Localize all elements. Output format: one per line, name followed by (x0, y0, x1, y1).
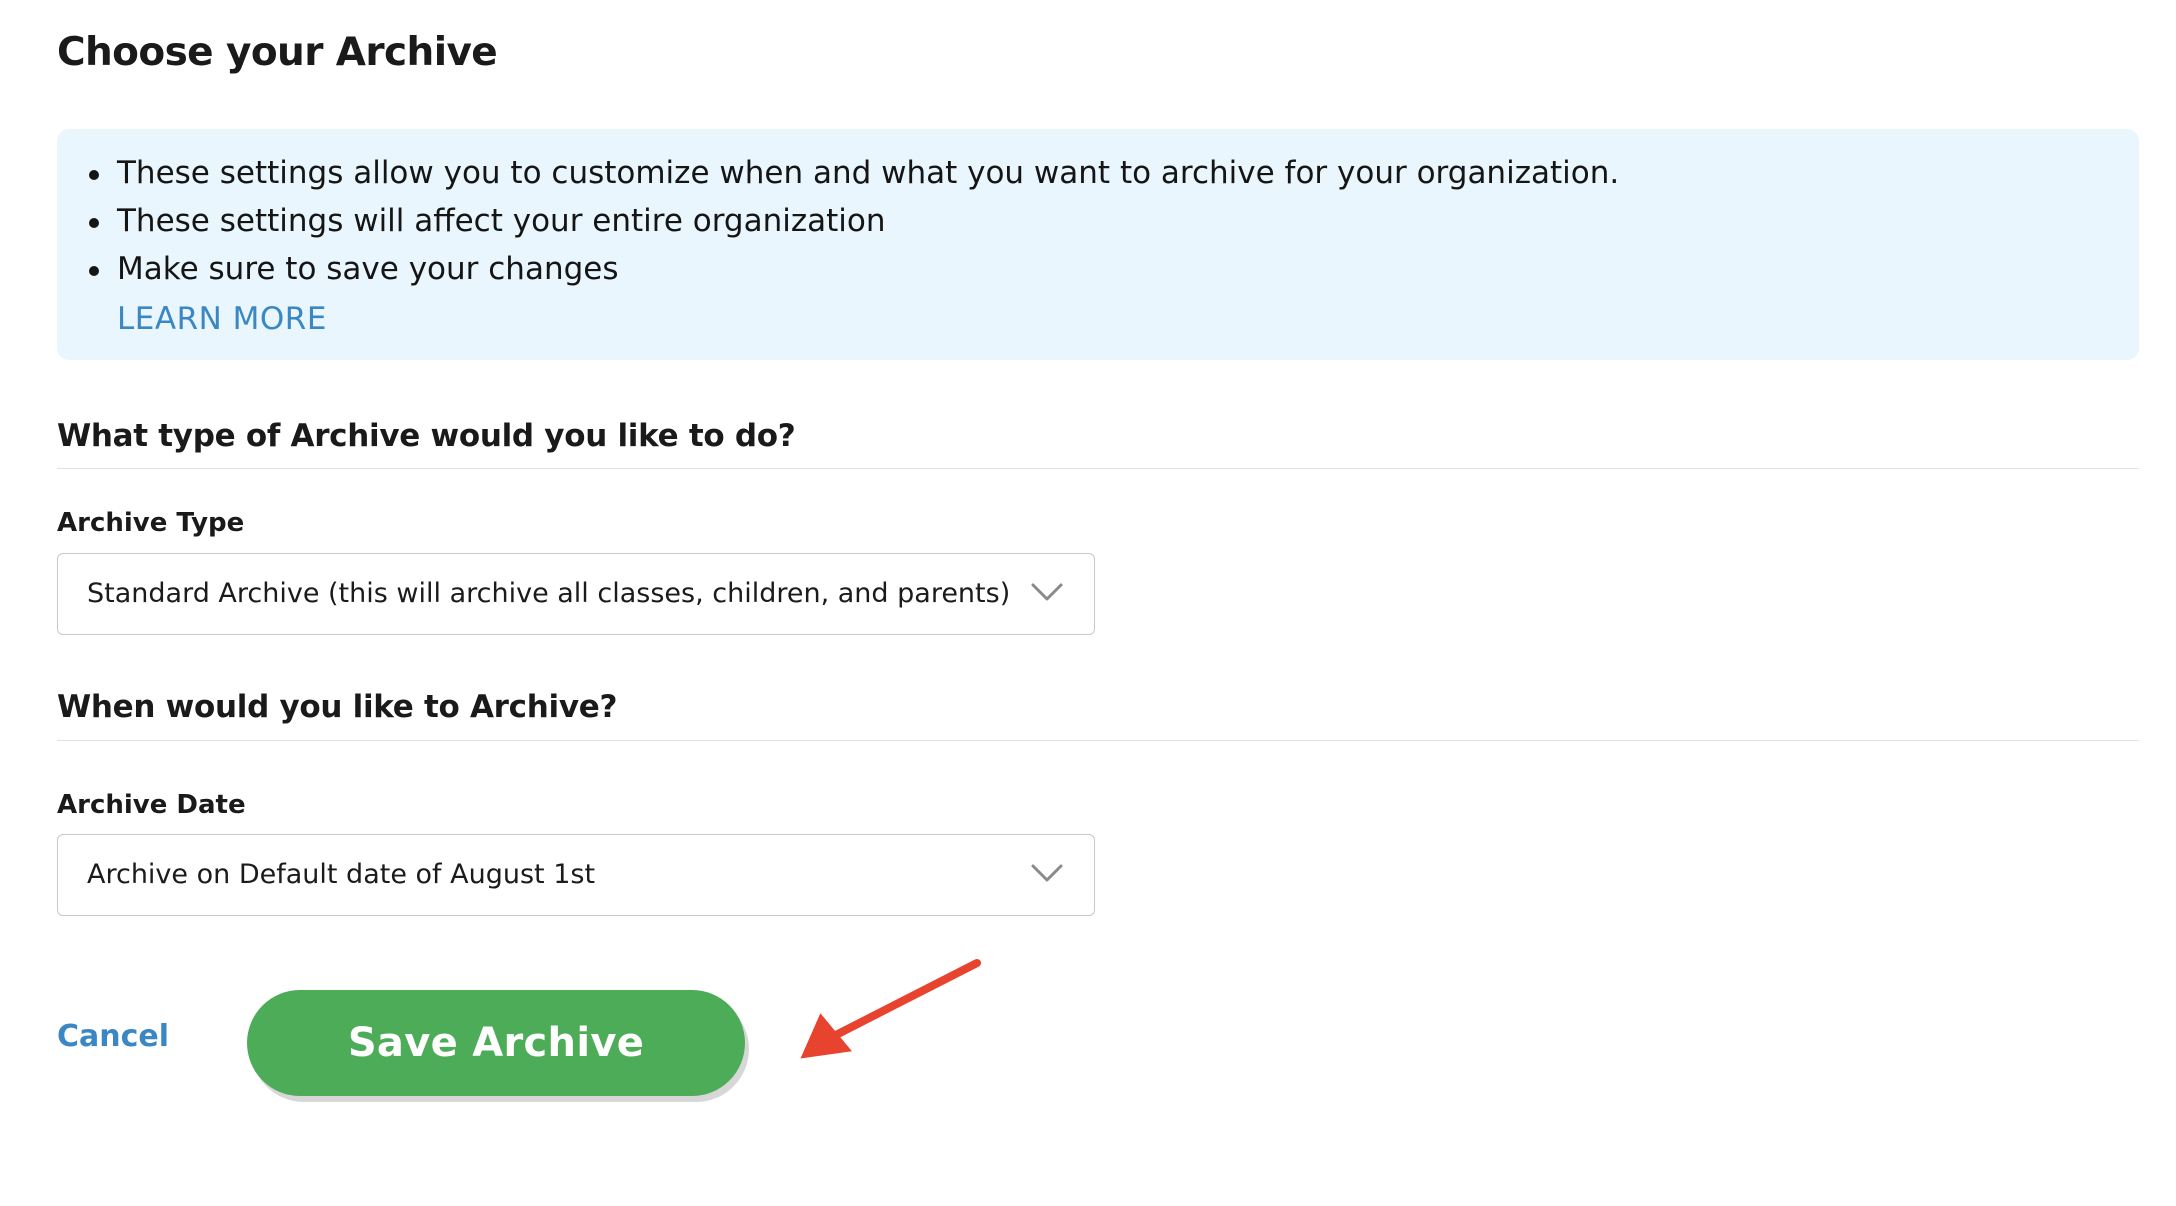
page-title: Choose your Archive (57, 30, 498, 75)
archive-type-heading: What type of Archive would you like to d… (57, 418, 796, 454)
archive-date-select[interactable]: Archive on Default date of August 1st (57, 834, 1095, 916)
archive-date-selected-value: Archive on Default date of August 1st (87, 859, 596, 890)
info-item: These settings will affect your entire o… (88, 197, 1619, 245)
info-callout: These settings allow you to customize wh… (57, 129, 2139, 360)
archive-date-label: Archive Date (57, 790, 246, 820)
chevron-down-icon (1031, 583, 1063, 601)
chevron-down-icon (1031, 864, 1063, 882)
save-archive-button[interactable]: Save Archive (247, 990, 745, 1096)
learn-more-link[interactable]: LEARN MORE (117, 295, 327, 343)
red-arrow-icon (800, 959, 981, 1059)
archive-type-label: Archive Type (57, 508, 245, 538)
section-divider (57, 468, 2139, 469)
info-item: Make sure to save your changes (88, 245, 1619, 293)
info-item: These settings allow you to customize wh… (88, 149, 1619, 197)
cancel-button[interactable]: Cancel (57, 1019, 169, 1054)
section-divider (57, 740, 2139, 741)
info-list: These settings allow you to customize wh… (88, 149, 1619, 293)
archive-date-heading: When would you like to Archive? (57, 689, 618, 725)
archive-type-select[interactable]: Standard Archive (this will archive all … (57, 553, 1095, 635)
archive-type-selected-value: Standard Archive (this will archive all … (87, 578, 1011, 609)
